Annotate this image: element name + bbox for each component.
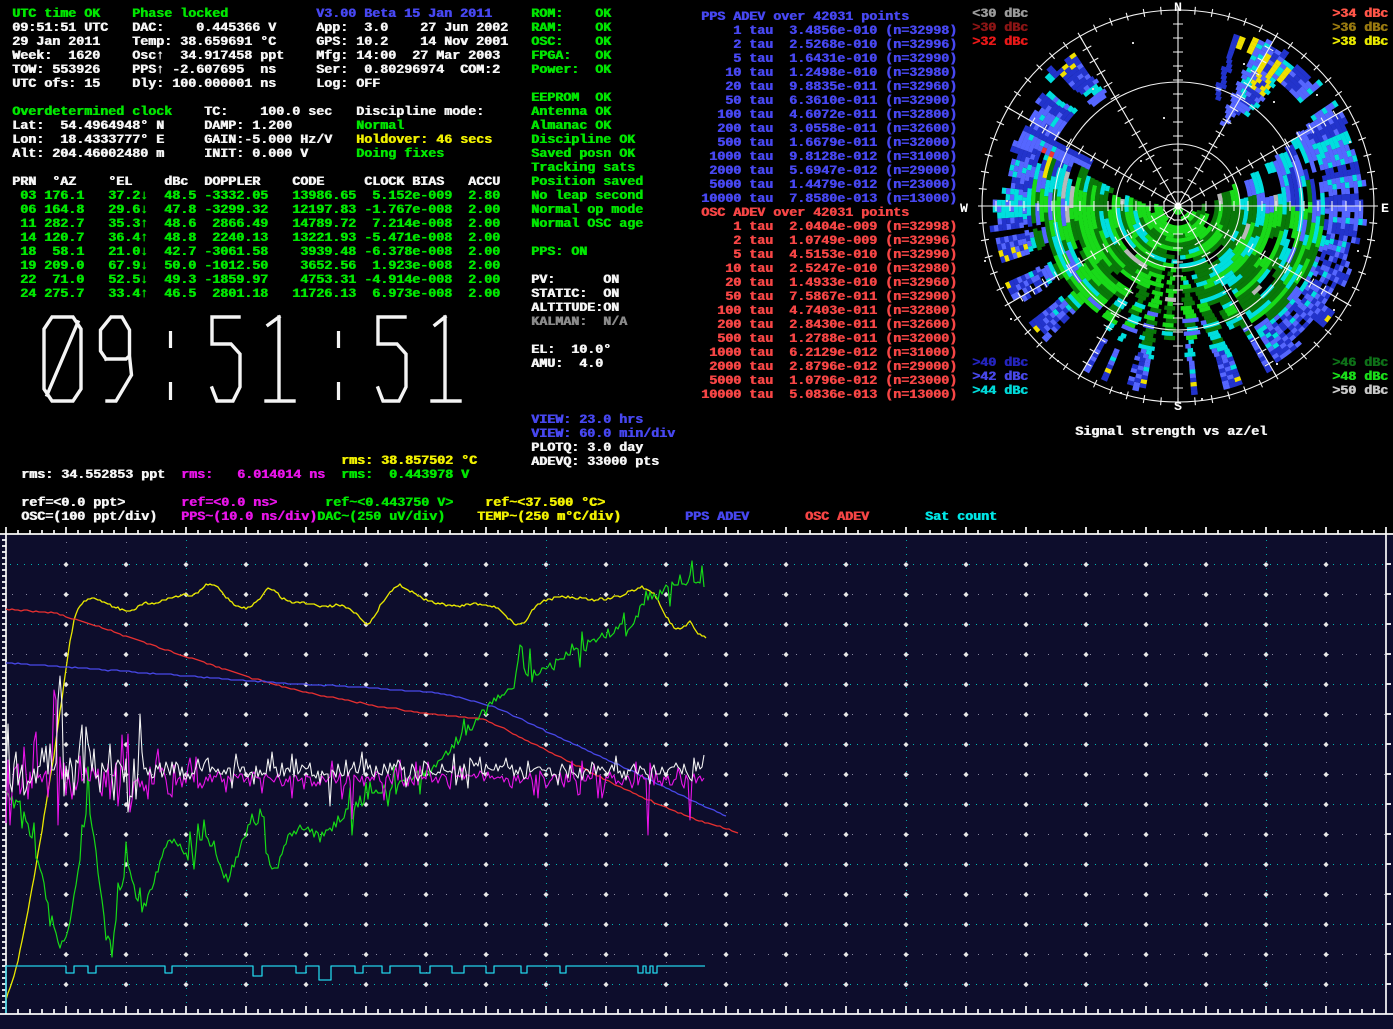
svg-text:E: E <box>1381 201 1389 216</box>
svg-text:W: W <box>960 201 968 216</box>
svg-text:N: N <box>1174 0 1182 15</box>
svg-text:S: S <box>1174 399 1182 414</box>
